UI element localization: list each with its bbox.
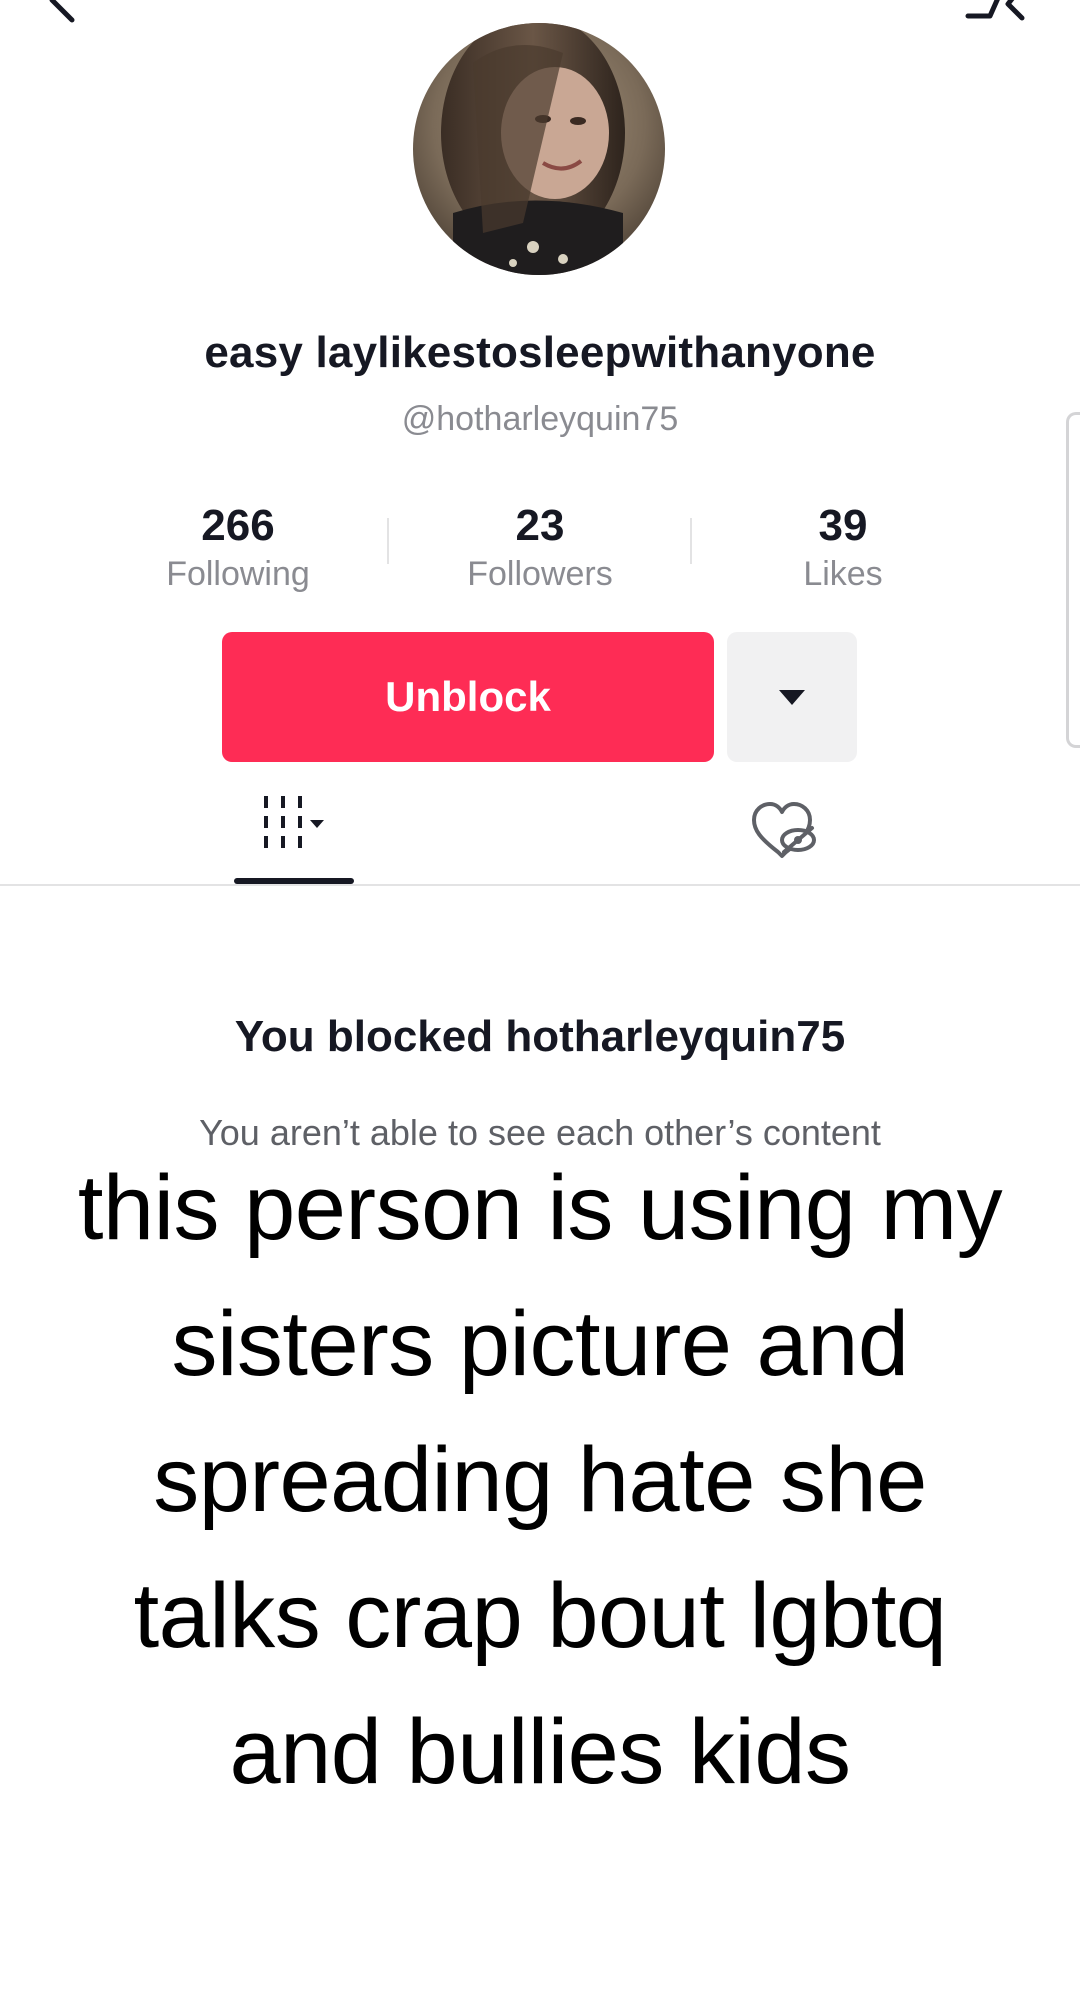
- followers-label: Followers: [467, 555, 613, 593]
- following-label: Following: [166, 555, 310, 593]
- display-name: easy laylikestosleepwithanyone: [204, 328, 876, 377]
- tab-liked[interactable]: [740, 790, 840, 880]
- tab-divider: [0, 884, 1080, 886]
- more-options-button[interactable]: [727, 632, 857, 762]
- unblock-button[interactable]: Unblock: [222, 632, 714, 762]
- blocked-title: You blocked hotharleyquin75: [234, 1012, 846, 1061]
- liked-hidden-icon: [752, 802, 816, 858]
- stat-divider: [690, 518, 692, 564]
- videos-grid-icon: [264, 796, 324, 848]
- following-stat[interactable]: 266 Following: [108, 500, 368, 596]
- likes-count: 39: [818, 501, 868, 550]
- caret-down-icon: [779, 690, 805, 705]
- profile-screen: easy laylikestosleepwithanyone @hotharle…: [0, 0, 1080, 2012]
- followers-count: 23: [515, 501, 565, 550]
- following-count: 266: [201, 501, 275, 550]
- stat-divider: [387, 518, 389, 564]
- username: @hotharleyquin75: [401, 400, 679, 438]
- side-panel-edge[interactable]: [1066, 412, 1080, 748]
- share-icon[interactable]: [960, 0, 1030, 26]
- tab-videos[interactable]: [232, 790, 352, 880]
- avatar: [413, 23, 665, 275]
- caption-overlay-text: this person is using my sisters picture …: [77, 1157, 1003, 1803]
- followers-stat[interactable]: 23 Followers: [410, 500, 670, 596]
- back-arrow-icon[interactable]: [34, 0, 94, 30]
- likes-label: Likes: [803, 555, 883, 593]
- likes-stat[interactable]: 39 Likes: [713, 500, 973, 596]
